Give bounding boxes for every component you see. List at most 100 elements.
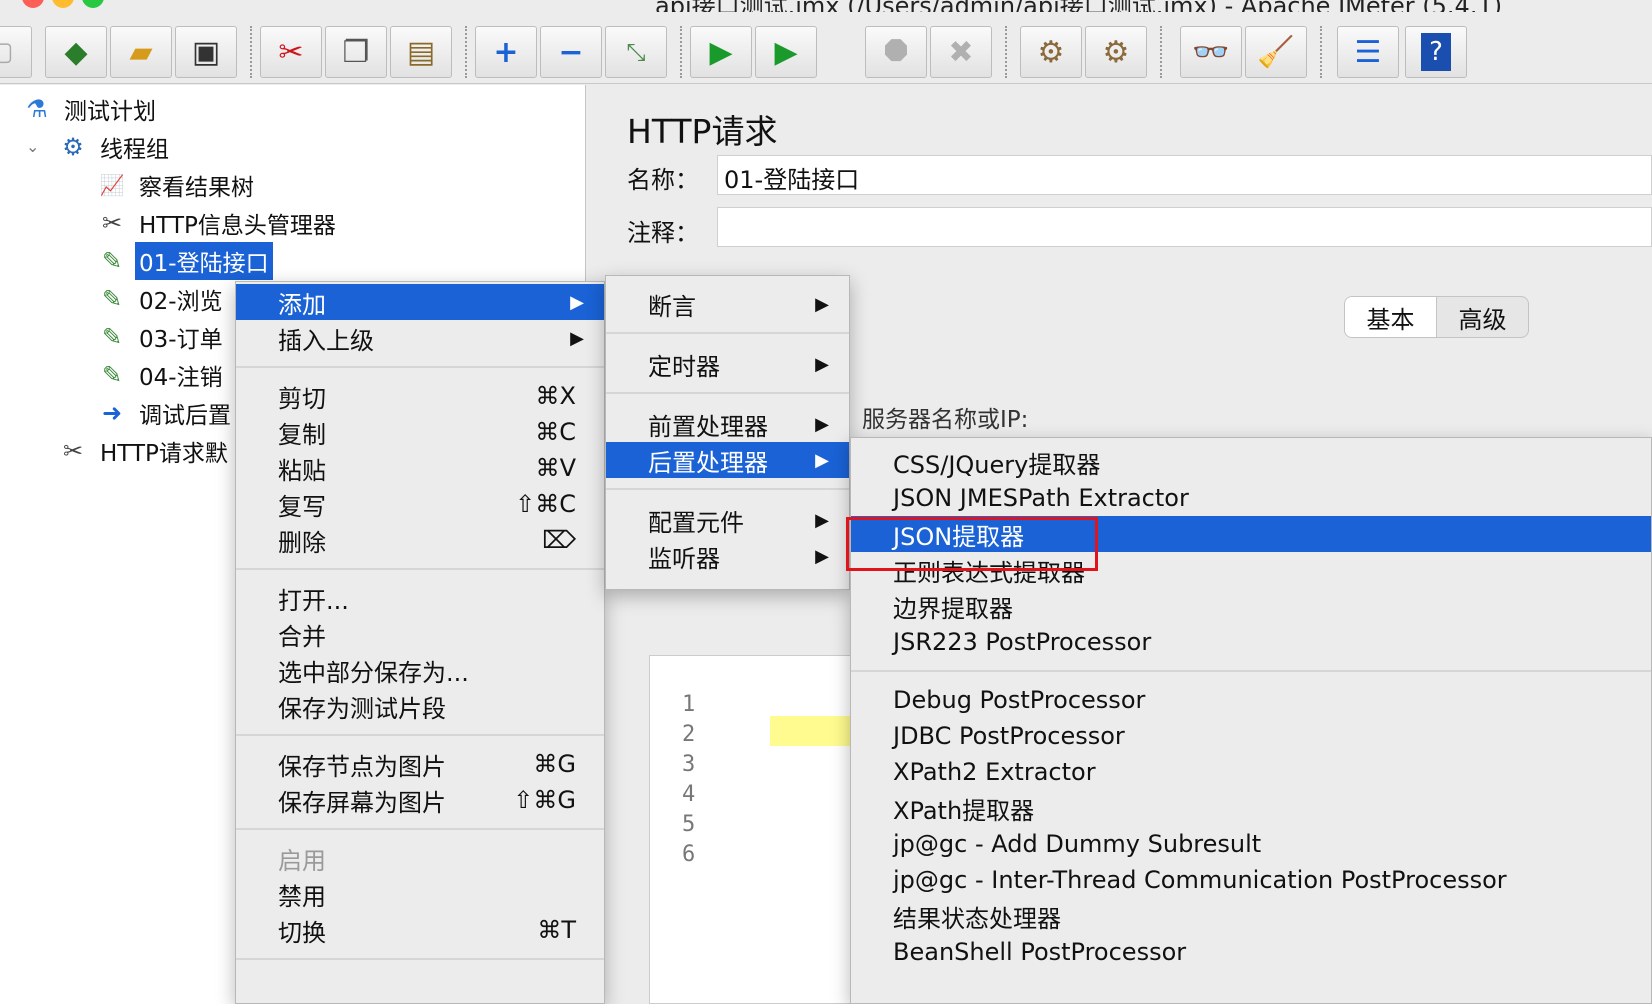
- toolbar-separator: [1320, 26, 1322, 78]
- menu-item-insert-parent[interactable]: 插入上级 ▶: [236, 320, 604, 356]
- menu-item-save-as-fragment[interactable]: 保存为测试片段: [236, 688, 604, 724]
- cut-button[interactable]: ✂: [260, 26, 322, 78]
- start-no-pauses-button[interactable]: ▶: [755, 26, 817, 78]
- thread-group-icon: ⚙: [62, 133, 84, 161]
- http-sampler-icon: ✎: [101, 361, 123, 389]
- name-field[interactable]: 01-登陆接口: [717, 155, 1652, 195]
- menu-item-label: 前置处理器: [648, 412, 768, 441]
- expand-icon: +: [493, 34, 519, 70]
- menu-item-label: 插入上级: [278, 326, 374, 355]
- search-button[interactable]: 👓: [1180, 26, 1242, 78]
- toggle-button[interactable]: ⤡: [605, 26, 667, 78]
- menu-item-inter-thread-communication[interactable]: jp@gc - Inter-Thread Communication PostP…: [851, 862, 1651, 898]
- cut-icon: ✂: [278, 34, 304, 70]
- menu-item-label: Debug PostProcessor: [893, 686, 1146, 714]
- open-button[interactable]: ▰: [110, 26, 172, 78]
- menu-item-jdbc-postprocessor[interactable]: JDBC PostProcessor: [851, 718, 1651, 754]
- menu-item-paste[interactable]: 粘贴 ⌘V: [236, 450, 604, 486]
- help-button[interactable]: ?: [1405, 26, 1467, 78]
- clear-all-button[interactable]: ⚙: [1085, 26, 1147, 78]
- tree-node-http-defaults[interactable]: ✂ HTTP请求默: [56, 433, 232, 469]
- http-sampler-icon: ✎: [101, 323, 123, 351]
- menu-item-result-status-handler[interactable]: 结果状态处理器: [851, 898, 1651, 934]
- debug-postprocessor-icon: ➜: [101, 399, 123, 427]
- stop-button[interactable]: ⯃: [865, 26, 927, 78]
- tree-node-order-sampler[interactable]: ✎ 03-订单: [95, 319, 227, 355]
- menu-item-toggle[interactable]: 切换 ⌘T: [236, 912, 604, 948]
- menu-item-open[interactable]: 打开...: [236, 580, 604, 616]
- zoom-window-button[interactable]: [82, 0, 104, 8]
- menu-item-delete[interactable]: 删除 ⌦: [236, 522, 604, 558]
- function-helper-button[interactable]: ☰: [1337, 26, 1399, 78]
- new-icon: ▢: [0, 37, 14, 67]
- tab-advanced[interactable]: 高级: [1437, 297, 1528, 337]
- tree-node-test-plan[interactable]: ⚗ 测试计划: [20, 91, 160, 127]
- reset-search-button[interactable]: 🧹: [1245, 26, 1307, 78]
- menu-item-save-selection-as[interactable]: 选中部分保存为...: [236, 652, 604, 688]
- shutdown-button[interactable]: ✖: [930, 26, 992, 78]
- save-button[interactable]: ▣: [175, 26, 237, 78]
- menu-item-save-screen-image[interactable]: 保存屏幕为图片 ⇧⌘G: [236, 782, 604, 818]
- menu-item-label: 切换: [278, 918, 326, 947]
- menu-shortcut: ⇧⌘C: [515, 490, 576, 518]
- new-button[interactable]: ▢: [0, 26, 32, 78]
- menu-item-json-jmespath-extractor[interactable]: JSON JMESPath Extractor: [851, 480, 1651, 516]
- chevron-down-icon[interactable]: ⌄: [26, 137, 39, 156]
- tree-node-logout-sampler[interactable]: ✎ 04-注销: [95, 357, 227, 393]
- tree-node-view-results-tree[interactable]: 📈 察看结果树: [95, 167, 258, 203]
- name-label: 名称：: [627, 166, 699, 194]
- chevron-right-icon: ▶: [570, 327, 584, 349]
- minimize-window-button[interactable]: [52, 0, 74, 8]
- menu-item-assertions[interactable]: 断言 ▶: [606, 286, 849, 322]
- menu-item-beanshell-postprocessor[interactable]: BeanShell PostProcessor: [851, 934, 1651, 970]
- menu-item-xpath-extractor[interactable]: XPath提取器: [851, 790, 1651, 826]
- clear-icon: ⚙: [1037, 34, 1065, 70]
- comment-field[interactable]: [717, 207, 1652, 247]
- menu-item-pre-processors[interactable]: 前置处理器 ▶: [606, 406, 849, 442]
- menu-separator: [606, 332, 849, 334]
- reset-search-icon: 🧹: [1257, 34, 1295, 70]
- menu-item-debug-postprocessor[interactable]: Debug PostProcessor: [851, 682, 1651, 718]
- tree-node-login-sampler[interactable]: ✎ 01-登陆接口: [95, 242, 273, 280]
- menu-item-post-processors[interactable]: 后置处理器 ▶: [606, 442, 849, 478]
- chevron-right-icon: ▶: [815, 449, 829, 471]
- menu-item-add[interactable]: 添加 ▶: [236, 284, 604, 320]
- menu-item-save-node-image[interactable]: 保存节点为图片 ⌘G: [236, 746, 604, 782]
- tab-basic[interactable]: 基本: [1345, 297, 1437, 337]
- menu-item-config-elements[interactable]: 配置元件 ▶: [606, 502, 849, 538]
- context-menu: 添加 ▶ 插入上级 ▶ 剪切 ⌘X 复制 ⌘C 粘贴 ⌘V 复写 ⇧⌘C 删除 ⌦ 打开...…: [235, 281, 605, 1004]
- menu-separator: [236, 734, 604, 736]
- copy-button[interactable]: ❐: [325, 26, 387, 78]
- tree-node-browse-sampler[interactable]: ✎ 02-浏览: [95, 281, 227, 317]
- collapse-all-button[interactable]: −: [540, 26, 602, 78]
- tree-node-thread-group[interactable]: ⚙ 线程组: [56, 129, 173, 165]
- menu-item-jsr223-postprocessor[interactable]: JSR223 PostProcessor: [851, 624, 1651, 660]
- menu-item-label: 删除: [278, 528, 326, 557]
- menu-item-label: 启用: [278, 846, 326, 875]
- menu-item-merge[interactable]: 合并: [236, 616, 604, 652]
- tree-node-debug-postprocessor[interactable]: ➜ 调试后置: [95, 395, 235, 431]
- clear-button[interactable]: ⚙: [1020, 26, 1082, 78]
- menu-item-duplicate[interactable]: 复写 ⇧⌘C: [236, 486, 604, 522]
- menu-item-xpath2-extractor[interactable]: XPath2 Extractor: [851, 754, 1651, 790]
- menu-item-label: 保存屏幕为图片: [278, 788, 446, 817]
- tree-node-http-header-manager[interactable]: ✂ HTTP信息头管理器: [95, 205, 340, 241]
- menu-item-css-jquery-extractor[interactable]: CSS/JQuery提取器: [851, 444, 1651, 480]
- expand-all-button[interactable]: +: [475, 26, 537, 78]
- menu-item-copy[interactable]: 复制 ⌘C: [236, 414, 604, 450]
- toolbar-separator: [250, 26, 252, 78]
- menu-item-boundary-extractor[interactable]: 边界提取器: [851, 588, 1651, 624]
- menu-item-add-dummy-subresult[interactable]: jp@gc - Add Dummy Subresult: [851, 826, 1651, 862]
- start-button[interactable]: ▶: [690, 26, 752, 78]
- menu-item-disable[interactable]: 禁用: [236, 876, 604, 912]
- tree-node-label: 测试计划: [64, 99, 156, 125]
- save-icon: ▣: [191, 34, 221, 70]
- paste-button[interactable]: ▤: [390, 26, 452, 78]
- menu-item-listeners[interactable]: 监听器 ▶: [606, 538, 849, 574]
- menu-item-cut[interactable]: 剪切 ⌘X: [236, 378, 604, 414]
- close-window-button[interactable]: [22, 0, 44, 8]
- menu-item-timers[interactable]: 定时器 ▶: [606, 346, 849, 382]
- menu-item-label: 复写: [278, 492, 326, 521]
- templates-button[interactable]: ◆: [45, 26, 107, 78]
- title-bar: api接口测试.jmx (/Users/admin/api接口测试.jmx) -…: [0, 0, 1652, 20]
